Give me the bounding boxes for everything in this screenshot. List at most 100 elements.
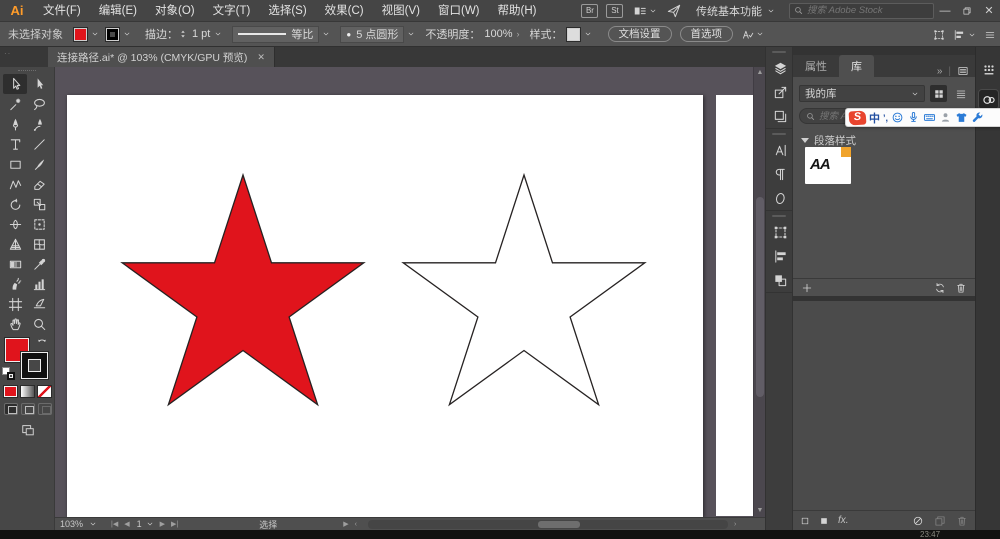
panel-menu-icon[interactable]: [957, 65, 969, 77]
panel-button-character[interactable]: [766, 138, 794, 162]
sync-library-icon[interactable]: [934, 282, 946, 294]
panel-button-pathfinder[interactable]: [766, 268, 794, 292]
stock-button[interactable]: St: [606, 4, 623, 18]
width-profile-select[interactable]: 等比: [232, 26, 319, 43]
tab-libraries[interactable]: 库: [839, 55, 874, 77]
tool-direct-selection[interactable]: [27, 74, 51, 94]
tool-eyedropper[interactable]: [27, 254, 51, 274]
menu-文字[interactable]: 文字(T): [204, 0, 260, 22]
panel-button-transform[interactable]: [766, 220, 794, 244]
dock-group-grip[interactable]: [772, 215, 786, 217]
grid-view-button[interactable]: [930, 85, 947, 102]
menu-窗口[interactable]: 窗口(W): [429, 0, 489, 22]
bridge-button[interactable]: Br: [581, 4, 598, 18]
delete-icon[interactable]: [956, 515, 968, 527]
panel-button-layers[interactable]: [766, 56, 794, 80]
tool-width[interactable]: [3, 214, 27, 234]
stroke-weight-stepper[interactable]: [178, 29, 188, 39]
stroke-color-control[interactable]: [105, 27, 131, 42]
ime-keyboard-icon[interactable]: [923, 111, 936, 124]
menu-选择[interactable]: 选择(S): [259, 0, 315, 22]
draw-behind-button[interactable]: [21, 403, 35, 415]
fill-box-icon[interactable]: [819, 516, 829, 526]
stock-search-box[interactable]: [789, 3, 934, 19]
tool-perspective-grid[interactable]: [3, 234, 27, 254]
artboard-number[interactable]: 1: [137, 519, 142, 529]
panel-button-export[interactable]: [766, 80, 794, 104]
first-artboard-button[interactable]: |◀: [111, 520, 118, 528]
sogou-logo[interactable]: S: [849, 110, 867, 125]
collapse-panel-icon[interactable]: »: [937, 66, 943, 77]
tool-rotate[interactable]: [3, 194, 27, 214]
chevron-down-icon[interactable]: [756, 30, 764, 38]
tool-artboard[interactable]: [3, 294, 27, 314]
tool-lasso[interactable]: [27, 94, 51, 114]
previous-artboard-button[interactable]: ◀: [124, 520, 129, 528]
tool-rectangle[interactable]: [3, 154, 27, 174]
red-star[interactable]: [122, 175, 364, 405]
align-options-icon[interactable]: [953, 29, 965, 41]
clear-appearance-icon[interactable]: [912, 515, 924, 527]
dock-group-grip[interactable]: [772, 133, 786, 135]
document-tab[interactable]: 连接路径.ai* @ 103% (CMYK/GPU 预览) ✕: [48, 47, 275, 67]
ime-wrench-icon[interactable]: [971, 111, 984, 124]
minimize-button[interactable]: —: [934, 0, 956, 22]
tool-zoom[interactable]: [27, 314, 51, 334]
tool-free-transform[interactable]: [27, 214, 51, 234]
horizontal-scroll-thumb[interactable]: [538, 521, 580, 528]
menu-帮助[interactable]: 帮助(H): [489, 0, 546, 22]
panel-button-artboards[interactable]: [766, 104, 794, 128]
tool-magic-wand[interactable]: [3, 94, 27, 114]
fill-color-control[interactable]: [73, 27, 99, 42]
white-star[interactable]: [403, 175, 645, 405]
chevron-down-icon[interactable]: [584, 30, 592, 38]
ime-shirt-icon[interactable]: [955, 111, 968, 124]
style-swatch[interactable]: [566, 27, 581, 42]
stroke-weight-value[interactable]: 1 pt: [192, 28, 210, 40]
panel-button-align[interactable]: [766, 244, 794, 268]
screen-mode-button[interactable]: [0, 423, 55, 437]
tool-gradient[interactable]: [3, 254, 27, 274]
ime-person-icon[interactable]: [939, 111, 952, 124]
gradient-button[interactable]: [20, 385, 35, 398]
ime-mode-chinese[interactable]: 中: [869, 110, 880, 126]
next-artboard-button[interactable]: ▶: [160, 520, 165, 528]
workspace-switcher[interactable]: 传统基本功能: [696, 3, 775, 19]
panel-menu-icon[interactable]: [984, 29, 996, 41]
fill-color-swatch[interactable]: [73, 27, 88, 42]
chevron-down-icon[interactable]: [407, 30, 415, 38]
draw-normal-button[interactable]: [4, 403, 18, 415]
status-expand-icon[interactable]: ▶: [343, 520, 348, 528]
panel-button-paragraph[interactable]: [766, 162, 794, 186]
tool-shaper[interactable]: [3, 174, 27, 194]
draw-inside-button[interactable]: [38, 403, 52, 415]
library-select[interactable]: 我的库: [799, 85, 925, 102]
tab-properties[interactable]: 属性: [793, 55, 839, 77]
opacity-value[interactable]: 100%: [484, 28, 512, 40]
swap-fill-stroke-icon[interactable]: [36, 335, 48, 347]
more-options-icon[interactable]: [741, 28, 754, 41]
add-item-icon[interactable]: [801, 282, 813, 294]
close-button[interactable]: ✕: [978, 0, 1000, 22]
menu-视图[interactable]: 视图(V): [373, 0, 429, 22]
duplicate-icon[interactable]: [934, 515, 946, 527]
none-button[interactable]: [37, 385, 52, 398]
scroll-left-icon[interactable]: ‹: [355, 521, 357, 528]
tool-hand[interactable]: [3, 314, 27, 334]
default-fill-stroke-icon[interactable]: [2, 367, 15, 380]
artboard-select-icon[interactable]: [146, 520, 154, 528]
tool-slice[interactable]: [27, 294, 51, 314]
stroke-box-icon[interactable]: [800, 516, 810, 526]
tool-eraser[interactable]: [27, 174, 51, 194]
tool-line-segment[interactable]: [27, 134, 51, 154]
scroll-right-icon[interactable]: ›: [734, 521, 736, 528]
opacity-expand-arrow[interactable]: ›: [517, 29, 520, 39]
menu-效果[interactable]: 效果(C): [316, 0, 373, 22]
last-artboard-button[interactable]: ▶|: [171, 520, 178, 528]
ime-microphone-icon[interactable]: [907, 111, 920, 124]
tool-curvature[interactable]: [27, 114, 51, 134]
chevron-down-icon[interactable]: [214, 30, 222, 38]
document-setup-button[interactable]: 文档设置: [608, 26, 672, 42]
tool-graph[interactable]: [27, 274, 51, 294]
tool-pen[interactable]: [3, 114, 27, 134]
